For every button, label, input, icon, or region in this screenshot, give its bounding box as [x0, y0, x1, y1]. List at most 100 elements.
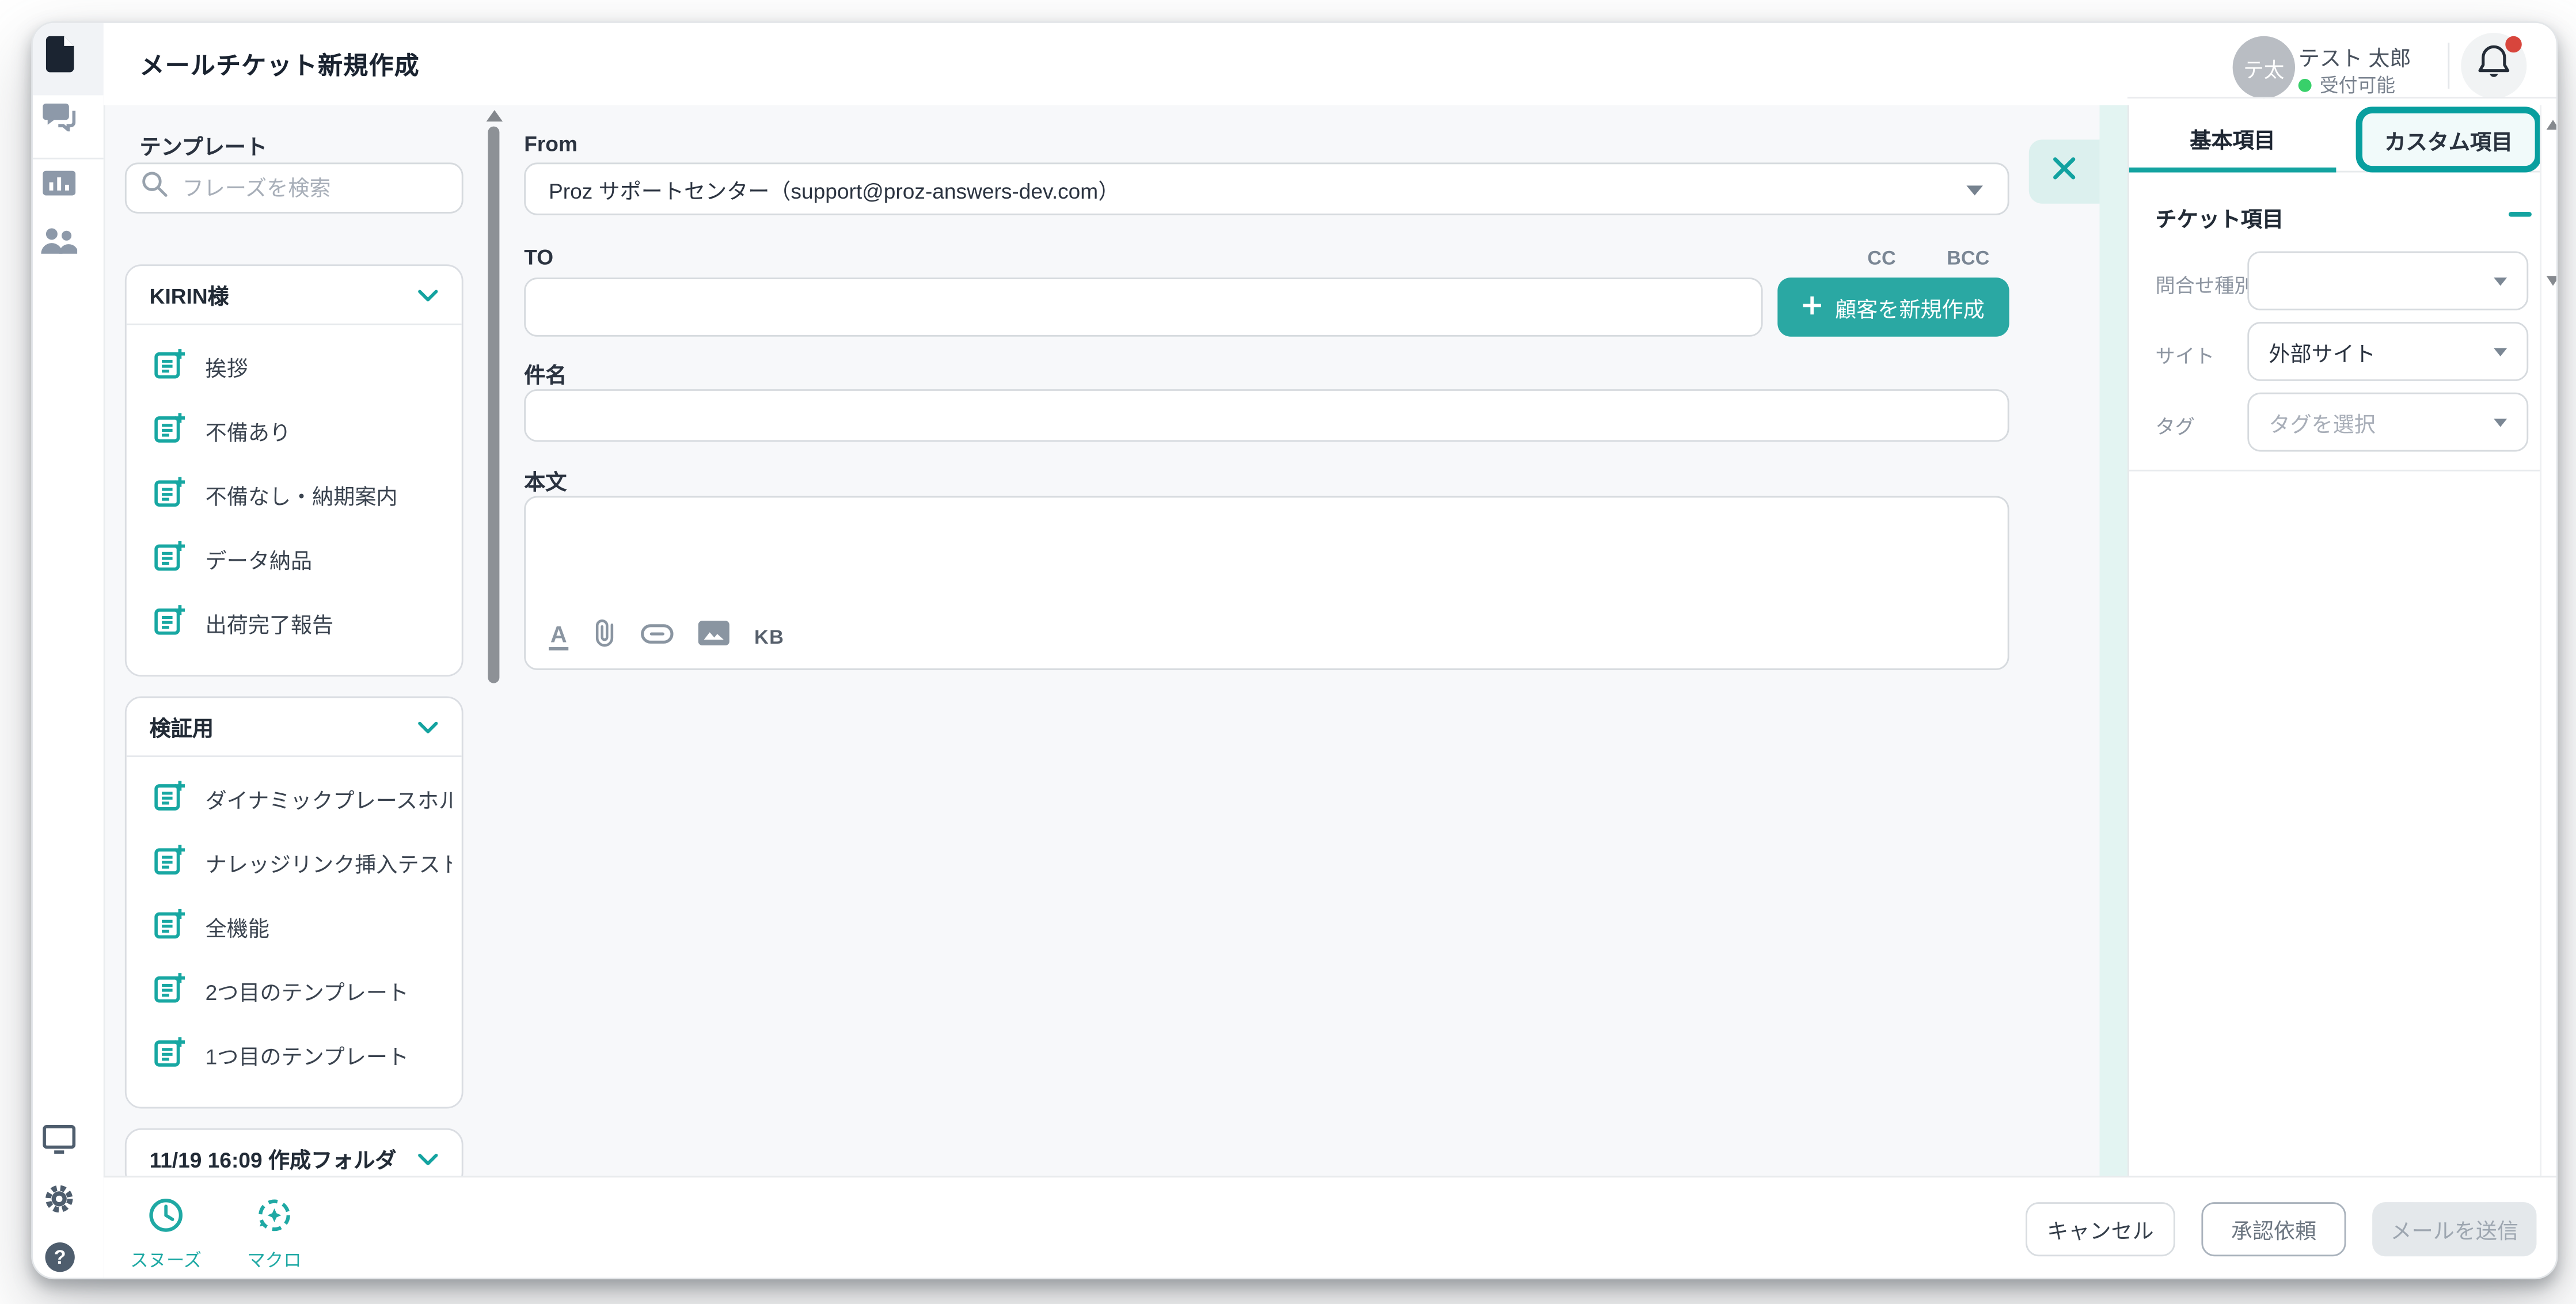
attachment-icon[interactable] — [593, 618, 616, 656]
search-icon — [141, 171, 168, 206]
template-item[interactable]: 1つ目のテンプレート — [127, 1023, 462, 1087]
notification-badge — [2505, 36, 2522, 53]
image-icon[interactable] — [698, 620, 730, 653]
template-item[interactable]: 不備なし・納期案内 — [127, 463, 462, 527]
plus-icon — [1802, 295, 1822, 320]
template-group-validation: 検証用 ダイナミックプレースホルダ ナレッジリンク挿入テスト 全機能 2つ目のテ… — [125, 697, 463, 1109]
cc-toggle[interactable]: CC — [1867, 245, 1895, 268]
section-title: チケット項目 — [2156, 202, 2284, 233]
template-item-label: 不備なし・納期案内 — [206, 480, 398, 511]
snooze-button[interactable]: スヌーズ — [130, 1197, 202, 1273]
template-item-label: ナレッジリンク挿入テスト — [206, 847, 452, 879]
template-item[interactable]: 不備あり — [127, 399, 462, 463]
monitor-icon — [43, 1124, 75, 1162]
sidebar-item-reports[interactable] — [35, 162, 84, 212]
user-status[interactable]: 受付可能 — [2298, 73, 2395, 99]
subject-input[interactable] — [524, 389, 2009, 442]
scrollbar-thumb[interactable] — [488, 127, 499, 683]
site-select[interactable]: 外部サイト — [2247, 322, 2528, 381]
scrollbar-up-arrow[interactable] — [2545, 120, 2558, 130]
document-icon — [44, 35, 75, 79]
template-group-kirin: KIRIN様 挨拶 不備あり 不備なし・納期案内 データ納品 出荷完了報告 — [125, 264, 463, 676]
left-icon-rail: ? — [33, 23, 105, 1279]
chevron-down-icon — [2494, 418, 2507, 426]
knowledge-base-button[interactable]: KB — [754, 625, 784, 648]
app-window: ? メールチケット新規作成 テ太 テスト 太郎 受付可能 テンプレート — [31, 21, 2558, 1279]
inquiry-type-select[interactable] — [2247, 251, 2528, 310]
to-label: TO — [524, 245, 553, 269]
macro-label: マクロ — [247, 1246, 301, 1273]
template-add-icon — [154, 539, 185, 579]
chevron-down-icon — [2494, 277, 2507, 285]
bell-icon — [2476, 43, 2512, 89]
sidebar-item-help[interactable]: ? — [35, 1237, 84, 1279]
page-title: メールチケット新規作成 — [140, 23, 420, 105]
scrollbar-down-arrow[interactable] — [2545, 276, 2558, 286]
body-editor[interactable]: A KB — [524, 496, 2009, 670]
rail-divider — [33, 158, 104, 159]
people-icon — [41, 227, 77, 262]
from-label: From — [524, 131, 577, 156]
avatar[interactable]: テ太 — [2233, 36, 2295, 98]
template-item-label: 1つ目のテンプレート — [206, 1040, 409, 1071]
sidebar-item-chat[interactable] — [35, 97, 84, 146]
active-tab-underline — [2129, 168, 2336, 173]
header-divider — [2448, 43, 2449, 89]
close-icon — [2052, 155, 2077, 188]
template-item[interactable]: 挨拶 — [127, 335, 462, 399]
tag-select[interactable]: タグを選択 — [2247, 393, 2528, 452]
template-panel-title: テンプレート — [140, 130, 267, 161]
field-label: 問合せ種別 — [2156, 271, 2254, 299]
template-item-label: 2つ目のテンプレート — [206, 975, 409, 1006]
template-item-label: 出荷完了報告 — [206, 607, 334, 638]
template-item[interactable]: 2つ目のテンプレート — [127, 959, 462, 1023]
form-right-strip — [2100, 105, 2128, 1176]
sidebar-item-settings[interactable] — [35, 1177, 84, 1227]
template-group-header[interactable]: KIRIN様 — [127, 266, 462, 325]
chevron-down-icon — [1966, 185, 1983, 195]
from-value: Proz サポートセンター（support@proz-answers-dev.c… — [526, 164, 2008, 214]
template-item[interactable]: データ納品 — [127, 527, 462, 591]
tab-basic-fields[interactable]: 基本項目 — [2129, 105, 2336, 173]
chevron-down-icon — [417, 712, 439, 742]
field-label: タグ — [2156, 412, 2195, 440]
template-item[interactable]: 全機能 — [127, 895, 462, 959]
template-item[interactable]: ナレッジリンク挿入テスト — [127, 831, 462, 895]
to-input[interactable] — [524, 277, 1762, 337]
send-mail-button[interactable]: メールを送信 — [2372, 1202, 2536, 1256]
tab-custom-fields[interactable]: カスタム項目 — [2356, 107, 2541, 172]
chat-icon — [43, 104, 75, 140]
status-dot — [2298, 79, 2312, 92]
status-label: 受付可能 — [2320, 73, 2395, 99]
gear-icon — [43, 1181, 75, 1222]
template-item[interactable]: 出荷完了報告 — [127, 591, 462, 655]
cancel-button[interactable]: キャンセル — [2026, 1202, 2175, 1256]
template-add-icon — [154, 971, 185, 1010]
template-search[interactable] — [125, 162, 463, 213]
help-icon: ? — [44, 1242, 75, 1280]
template-item[interactable]: ダイナミックプレースホルダ — [127, 767, 462, 831]
scrollbar-up-arrow[interactable] — [487, 110, 503, 121]
bcc-toggle[interactable]: BCC — [1947, 245, 1989, 268]
subject-label: 件名 — [524, 358, 567, 389]
close-button[interactable] — [2029, 139, 2100, 203]
sidebar-item-tickets[interactable] — [35, 33, 84, 82]
create-customer-button[interactable]: 顧客を新規作成 — [1777, 277, 2009, 337]
macro-button[interactable]: マクロ — [238, 1197, 311, 1273]
clock-icon — [148, 1197, 184, 1242]
template-group-header[interactable]: 検証用 — [127, 698, 462, 757]
link-icon[interactable] — [641, 622, 674, 651]
right-panel-scrollbar[interactable] — [2540, 105, 2558, 1176]
collapse-icon[interactable] — [2509, 212, 2532, 217]
section-divider — [2129, 470, 2540, 472]
sidebar-item-monitor[interactable] — [35, 1119, 84, 1168]
from-select[interactable]: Proz サポートセンター（support@proz-answers-dev.c… — [524, 162, 2009, 215]
request-approval-button[interactable]: 承認依頼 — [2201, 1202, 2346, 1256]
template-add-icon — [154, 907, 185, 946]
template-add-icon — [154, 412, 185, 451]
sidebar-item-customers[interactable] — [35, 220, 84, 269]
format-text-icon[interactable]: A — [549, 622, 569, 650]
search-input[interactable] — [179, 174, 447, 202]
chevron-down-icon — [2494, 347, 2507, 355]
notifications-button[interactable] — [2461, 33, 2526, 98]
